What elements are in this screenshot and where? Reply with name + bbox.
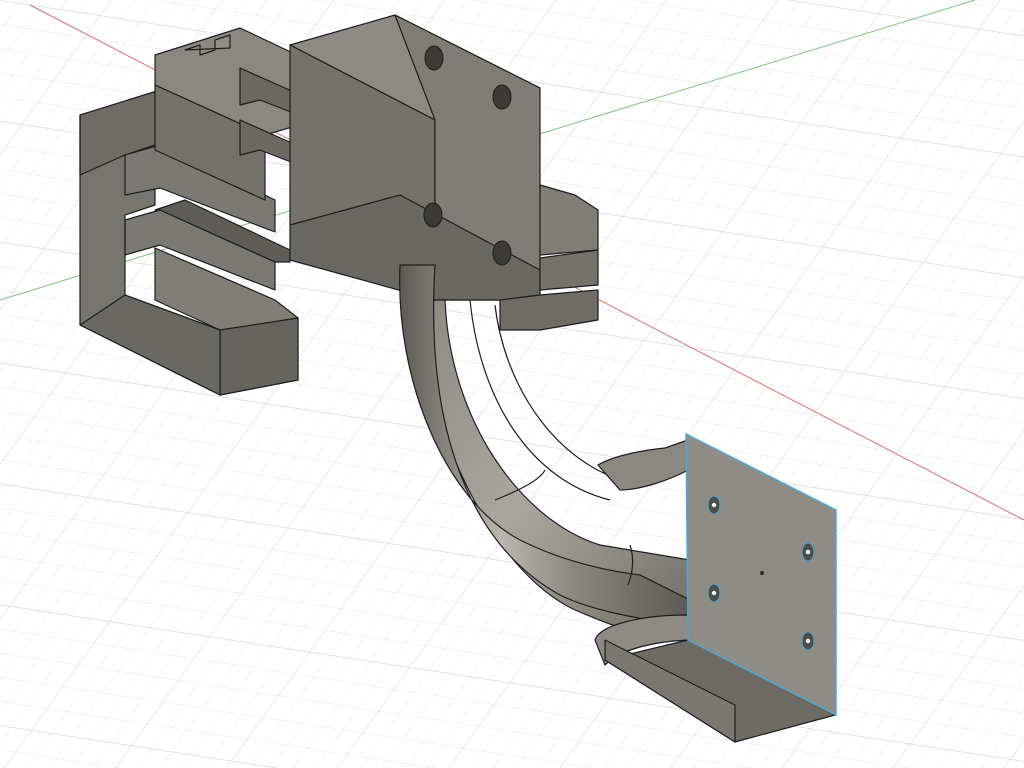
hole-icon — [492, 240, 512, 266]
face-center-point — [760, 571, 764, 575]
hole-icon — [492, 84, 512, 110]
hole-icon — [423, 202, 443, 228]
hole-icon — [424, 45, 444, 71]
3d-viewport-canvas[interactable] — [0, 0, 1024, 768]
